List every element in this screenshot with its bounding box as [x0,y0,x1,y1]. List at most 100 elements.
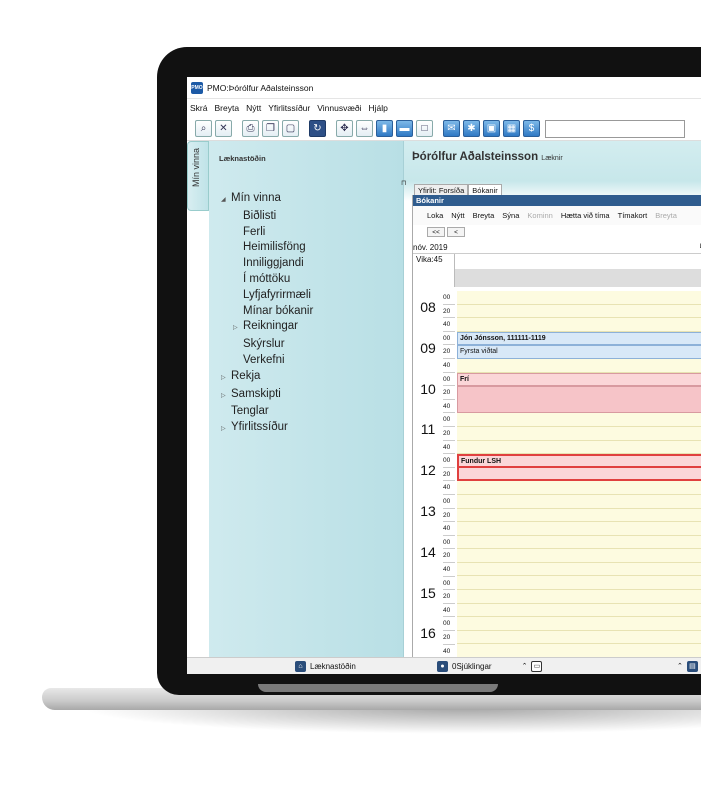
paste-icon[interactable]: ▢ [282,120,299,137]
minute-label: 00 [443,617,455,631]
expander-icon[interactable]: ▷ [221,422,231,438]
tree-item[interactable]: ◢ Mín vinna [221,191,313,209]
window-icon[interactable]: □ [416,120,433,137]
expander-icon[interactable]: ▷ [221,371,231,387]
appointment-block[interactable]: Fyrsta viðtal [457,345,701,359]
time-slot[interactable] [457,562,701,577]
minute-label: 00 [443,495,455,509]
appointment-block[interactable] [457,467,701,482]
pin-icon[interactable]: ⊓ [401,179,406,187]
tree-item[interactable]: Í móttöku [221,272,313,288]
time-slot[interactable] [457,522,701,536]
time-slot[interactable] [457,644,701,657]
time-slot[interactable] [457,318,701,332]
tree-item[interactable]: Ferli [221,225,313,241]
appointment-block[interactable]: Fundur LSH [457,454,701,468]
nav-prev-button[interactable]: < [447,227,465,237]
time-slot[interactable] [457,576,701,591]
split-horizontal-icon[interactable]: ▬ [396,120,413,137]
time-slot[interactable] [457,549,701,563]
caret-up-icon[interactable]: ⌃ [522,662,528,670]
copy-icon[interactable]: ❐ [262,120,279,137]
tree-item[interactable]: Tenglar [221,404,313,420]
time-slot[interactable] [457,291,701,305]
time-slot[interactable] [457,590,701,604]
resize-icon[interactable]: ⇔ [356,120,373,137]
tree-item[interactable]: ▷ Rekja [221,369,313,387]
time-slot[interactable] [457,630,701,645]
expand-icon[interactable]: ✥ [336,120,353,137]
bookings-edit[interactable]: Breyta [473,211,495,220]
print-icon[interactable]: ⎙ [242,120,259,137]
bookings-new[interactable]: Nýtt [451,211,464,220]
screen-icon[interactable]: ▤ [686,660,698,672]
bookings-arrived[interactable]: Kominn [527,211,552,220]
tree-item-label: Skýrslur [243,338,285,351]
bookings-close[interactable]: Loka [427,211,443,220]
menu-hjalp[interactable]: Hjálp [369,103,388,113]
menu-nytt[interactable]: Nýtt [246,103,261,113]
tree-item[interactable]: Verkefni [221,353,313,369]
menu-skra[interactable]: Skrá [190,103,207,113]
bookings-cancel[interactable]: Hætta við tíma [561,211,610,220]
bookings-edit-2[interactable]: Breyta [655,211,677,220]
bookings-timecard[interactable]: Tímakort [618,211,648,220]
hour-label: 12 [420,462,436,479]
tree-item[interactable]: ▷ Samskipti [221,387,313,405]
time-slot[interactable] [457,481,701,495]
mail-icon[interactable]: ✉ [443,120,460,137]
refresh-icon[interactable]: ↻ [309,120,326,137]
tree-item[interactable]: ▷ Reikningar [221,319,313,337]
tree-item[interactable]: ▷ Yfirlitssíður [221,420,313,438]
expander-icon[interactable]: ▷ [233,321,243,337]
time-slot[interactable] [457,617,701,631]
status-clinic[interactable]: ⌂ Læknastöðin [295,660,356,672]
expander-icon[interactable]: ◢ [221,193,231,209]
tree-item[interactable]: Skýrslur [221,337,313,353]
image-icon[interactable]: ▣ [483,120,500,137]
minute-label: 00 [443,413,455,427]
calendar-icon[interactable]: ▦ [503,120,520,137]
nav-first-button[interactable]: << [427,227,445,237]
tree-item[interactable]: Lyfjafyrirmæli [221,288,313,304]
tree-item[interactable]: Biðlisti [221,209,313,225]
tree-item[interactable]: Inniliggjandi [221,256,313,272]
right-pane: Þórólfur Aðalsteinsson Læknir ⊓ Yfirlit:… [401,141,701,657]
tree-item-label: Tenglar [231,405,269,418]
hour-label: 13 [420,503,436,519]
appointment-block[interactable]: Frí [457,372,701,387]
split-vertical-icon[interactable]: ▮ [376,120,393,137]
expander-icon[interactable]: ▷ [221,389,231,405]
dollar-icon[interactable]: $ [523,120,540,137]
minute-column: 00 20 40 [443,617,455,657]
toolbar-search-input[interactable] [545,119,685,138]
time-slot[interactable] [457,535,701,550]
time-slot[interactable] [457,426,701,441]
date-row: nóv. 2019 Læ [413,243,701,254]
appointment-block[interactable]: Jón Jónsson, 111111-1119 [457,331,701,346]
menu-vinnusvaedi[interactable]: Vinnusvæði [317,103,361,113]
caret-up-icon[interactable]: ⌃ [677,662,683,670]
hour-label: 09 [420,339,436,356]
tab-min-vinna[interactable]: Mín vinna [187,141,209,211]
appointment-block[interactable] [457,386,701,414]
window-icon[interactable]: ▭ [531,660,543,672]
time-slot[interactable] [457,413,701,427]
time-slot[interactable] [457,304,701,319]
menu-yfirlitssidur[interactable]: Yfirlitssíður [268,103,310,113]
network-icon[interactable]: ✱ [463,120,480,137]
workspace: Mín vinna Læknastöðin ◢ Mín vinna Biðlisti… [187,141,701,657]
time-slot[interactable] [457,358,701,373]
time-slot[interactable] [457,508,701,523]
close-doc-icon[interactable]: ✕ [215,120,232,137]
status-clinic-label: Læknastöðin [310,661,356,671]
menu-breyta[interactable]: Breyta [214,103,239,113]
time-slot[interactable] [457,440,701,455]
tree-item[interactable]: Mínar bókanir [221,304,313,320]
status-patients[interactable]: ● 0Sjúklingar ⌃ ▭ [437,660,543,672]
tree-item[interactable]: Heimilisföng [221,240,313,256]
search-doc-icon[interactable]: ⌕ [195,120,212,137]
time-slot[interactable] [457,494,701,509]
time-slot[interactable] [457,603,701,618]
bookings-show[interactable]: Sýna [502,211,519,220]
